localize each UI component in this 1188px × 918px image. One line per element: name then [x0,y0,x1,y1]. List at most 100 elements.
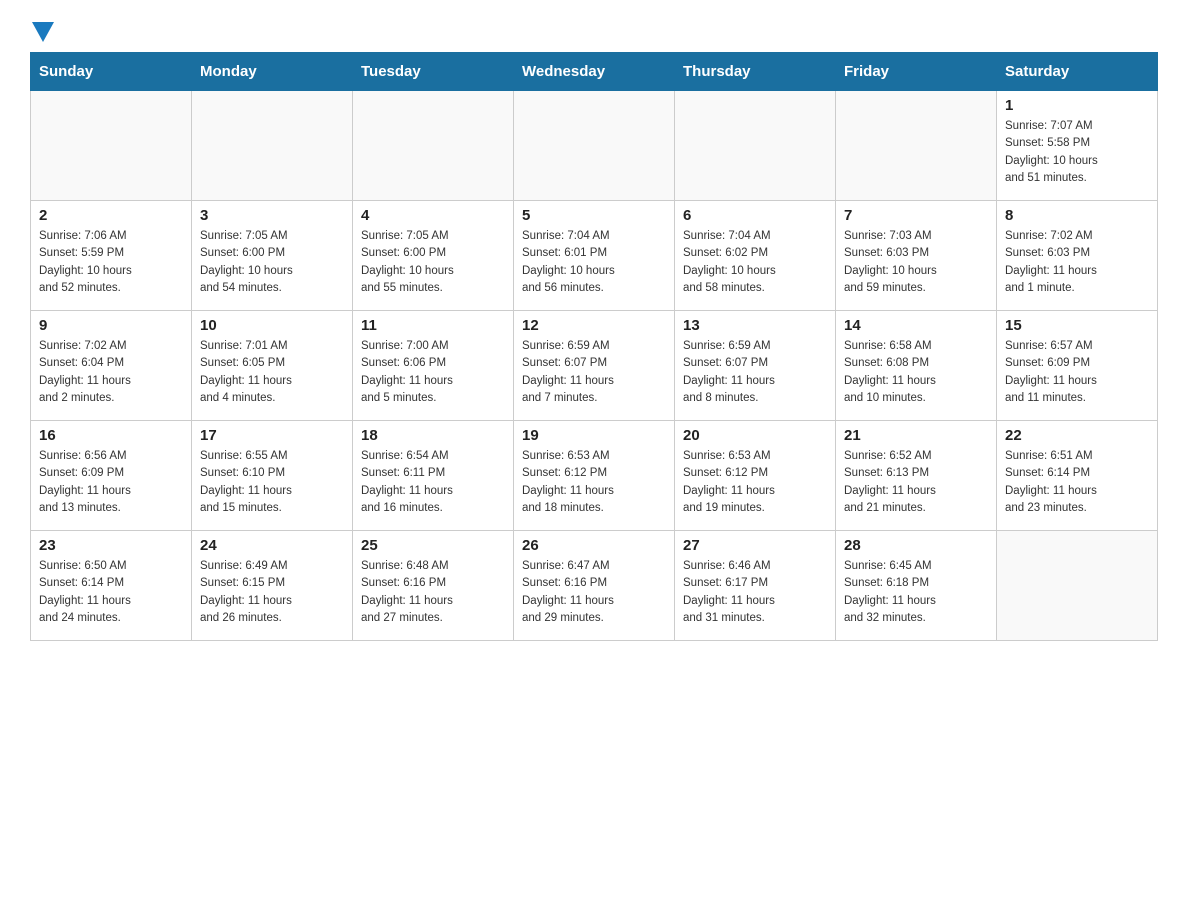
calendar-cell [675,91,836,201]
calendar-cell: 14 Sunrise: 6:58 AMSunset: 6:08 PMDayligh… [836,311,997,421]
day-number: 13 [683,317,827,334]
day-info: Sunrise: 6:55 AMSunset: 6:10 PMDaylight:… [200,448,344,517]
calendar-cell [353,91,514,201]
day-info: Sunrise: 7:01 AMSunset: 6:05 PMDaylight:… [200,338,344,407]
calendar-week-row: 2 Sunrise: 7:06 AMSunset: 5:59 PMDaylight… [31,201,1158,311]
weekday-header-row: SundayMondayTuesdayWednesdayThursdayFrid… [31,53,1158,91]
day-info: Sunrise: 6:59 AMSunset: 6:07 PMDaylight:… [522,338,666,407]
day-number: 10 [200,317,344,334]
day-number: 28 [844,537,988,554]
day-info: Sunrise: 6:54 AMSunset: 6:11 PMDaylight:… [361,448,505,517]
day-number: 1 [1005,97,1149,114]
calendar-cell: 2 Sunrise: 7:06 AMSunset: 5:59 PMDaylight… [31,201,192,311]
calendar-week-row: 9Sunrise: 7:02 AMSunset: 6:04 PMDaylight… [31,311,1158,421]
day-number: 9 [39,317,183,334]
calendar-cell: 11 Sunrise: 7:00 AMSunset: 6:06 PMDayligh… [353,311,514,421]
day-info: Sunrise: 7:07 AMSunset: 5:58 PMDaylight:… [1005,118,1149,187]
day-info: Sunrise: 7:00 AMSunset: 6:06 PMDaylight:… [361,338,505,407]
day-number: 4 [361,207,505,224]
calendar-cell: 10 Sunrise: 7:01 AMSunset: 6:05 PMDayligh… [192,311,353,421]
calendar-cell: 26Sunrise: 6:47 AMSunset: 6:16 PMDayligh… [514,531,675,641]
calendar-week-row: 1 Sunrise: 7:07 AMSunset: 5:58 PMDaylight… [31,91,1158,201]
day-number: 18 [361,427,505,444]
calendar-cell: 3 Sunrise: 7:05 AMSunset: 6:00 PMDaylight… [192,201,353,311]
calendar-cell [997,531,1158,641]
day-info: Sunrise: 6:51 AMSunset: 6:14 PMDaylight:… [1005,448,1149,517]
day-number: 24 [200,537,344,554]
day-info: Sunrise: 6:46 AMSunset: 6:17 PMDaylight:… [683,558,827,627]
day-number: 5 [522,207,666,224]
day-number: 22 [1005,427,1149,444]
calendar-cell: 24 Sunrise: 6:49 AMSunset: 6:15 PMDayligh… [192,531,353,641]
day-info: Sunrise: 6:52 AMSunset: 6:13 PMDaylight:… [844,448,988,517]
calendar-cell: 16Sunrise: 6:56 AMSunset: 6:09 PMDayligh… [31,421,192,531]
calendar-cell: 8 Sunrise: 7:02 AMSunset: 6:03 PMDaylight… [997,201,1158,311]
day-number: 17 [200,427,344,444]
weekday-header-tuesday: Tuesday [353,53,514,91]
calendar-cell [192,91,353,201]
calendar-cell: 25Sunrise: 6:48 AMSunset: 6:16 PMDayligh… [353,531,514,641]
day-number: 11 [361,317,505,334]
calendar-cell: 27 Sunrise: 6:46 AMSunset: 6:17 PMDayligh… [675,531,836,641]
calendar-cell: 4 Sunrise: 7:05 AMSunset: 6:00 PMDaylight… [353,201,514,311]
weekday-header-saturday: Saturday [997,53,1158,91]
day-info: Sunrise: 7:06 AMSunset: 5:59 PMDaylight:… [39,228,183,297]
day-info: Sunrise: 6:50 AMSunset: 6:14 PMDaylight:… [39,558,183,627]
day-info: Sunrise: 6:47 AMSunset: 6:16 PMDaylight:… [522,558,666,627]
weekday-header-thursday: Thursday [675,53,836,91]
calendar-cell: 20 Sunrise: 6:53 AMSunset: 6:12 PMDayligh… [675,421,836,531]
calendar-cell [31,91,192,201]
day-number: 14 [844,317,988,334]
calendar-cell [836,91,997,201]
calendar-cell [514,91,675,201]
logo-triangle-icon [32,22,54,42]
day-info: Sunrise: 7:04 AMSunset: 6:02 PMDaylight:… [683,228,827,297]
calendar-table: SundayMondayTuesdayWednesdayThursdayFrid… [30,52,1158,641]
day-number: 21 [844,427,988,444]
calendar-cell: 23 Sunrise: 6:50 AMSunset: 6:14 PMDayligh… [31,531,192,641]
day-info: Sunrise: 7:05 AMSunset: 6:00 PMDaylight:… [200,228,344,297]
day-info: Sunrise: 6:45 AMSunset: 6:18 PMDaylight:… [844,558,988,627]
day-info: Sunrise: 6:59 AMSunset: 6:07 PMDaylight:… [683,338,827,407]
calendar-cell: 18 Sunrise: 6:54 AMSunset: 6:11 PMDayligh… [353,421,514,531]
day-number: 19 [522,427,666,444]
calendar-cell: 7 Sunrise: 7:03 AMSunset: 6:03 PMDaylight… [836,201,997,311]
calendar-cell: 9Sunrise: 7:02 AMSunset: 6:04 PMDaylight… [31,311,192,421]
calendar-week-row: 23 Sunrise: 6:50 AMSunset: 6:14 PMDayligh… [31,531,1158,641]
day-info: Sunrise: 6:58 AMSunset: 6:08 PMDaylight:… [844,338,988,407]
calendar-cell: 12Sunrise: 6:59 AMSunset: 6:07 PMDayligh… [514,311,675,421]
day-number: 25 [361,537,505,554]
day-info: Sunrise: 6:53 AMSunset: 6:12 PMDaylight:… [683,448,827,517]
calendar-cell: 5Sunrise: 7:04 AMSunset: 6:01 PMDaylight… [514,201,675,311]
day-info: Sunrise: 7:03 AMSunset: 6:03 PMDaylight:… [844,228,988,297]
day-number: 6 [683,207,827,224]
day-info: Sunrise: 7:02 AMSunset: 6:03 PMDaylight:… [1005,228,1149,297]
day-number: 16 [39,427,183,444]
weekday-header-sunday: Sunday [31,53,192,91]
day-number: 20 [683,427,827,444]
calendar-cell: 21 Sunrise: 6:52 AMSunset: 6:13 PMDayligh… [836,421,997,531]
calendar-cell: 19 Sunrise: 6:53 AMSunset: 6:12 PMDayligh… [514,421,675,531]
logo [30,20,54,42]
calendar-cell: 17 Sunrise: 6:55 AMSunset: 6:10 PMDayligh… [192,421,353,531]
weekday-header-wednesday: Wednesday [514,53,675,91]
day-number: 27 [683,537,827,554]
day-number: 2 [39,207,183,224]
day-number: 7 [844,207,988,224]
day-info: Sunrise: 6:49 AMSunset: 6:15 PMDaylight:… [200,558,344,627]
calendar-cell: 1 Sunrise: 7:07 AMSunset: 5:58 PMDaylight… [997,91,1158,201]
calendar-cell: 22 Sunrise: 6:51 AMSunset: 6:14 PMDayligh… [997,421,1158,531]
calendar-cell: 28 Sunrise: 6:45 AMSunset: 6:18 PMDayligh… [836,531,997,641]
calendar-cell: 6 Sunrise: 7:04 AMSunset: 6:02 PMDaylight… [675,201,836,311]
day-number: 23 [39,537,183,554]
calendar-cell: 15 Sunrise: 6:57 AMSunset: 6:09 PMDayligh… [997,311,1158,421]
day-info: Sunrise: 6:53 AMSunset: 6:12 PMDaylight:… [522,448,666,517]
calendar-week-row: 16Sunrise: 6:56 AMSunset: 6:09 PMDayligh… [31,421,1158,531]
day-number: 15 [1005,317,1149,334]
day-number: 3 [200,207,344,224]
calendar-cell: 13 Sunrise: 6:59 AMSunset: 6:07 PMDayligh… [675,311,836,421]
day-info: Sunrise: 6:57 AMSunset: 6:09 PMDaylight:… [1005,338,1149,407]
page-header [30,20,1158,42]
day-info: Sunrise: 7:05 AMSunset: 6:00 PMDaylight:… [361,228,505,297]
day-number: 8 [1005,207,1149,224]
